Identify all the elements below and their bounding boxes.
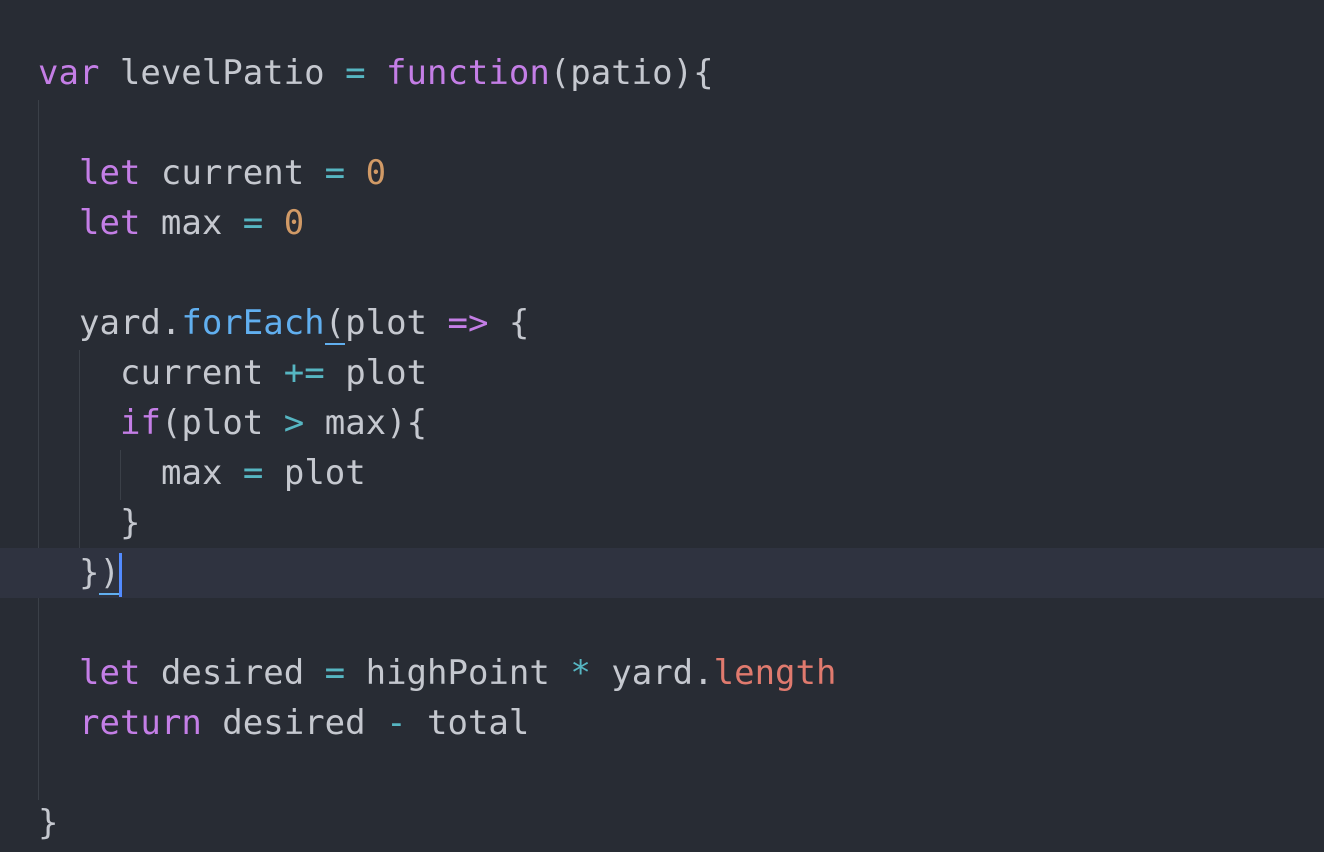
code-token: return (79, 703, 202, 743)
code-token: forEach (181, 303, 325, 343)
code-token: - (386, 703, 407, 743)
code-line[interactable] (0, 748, 1324, 798)
code-line[interactable] (0, 98, 1324, 148)
code-line[interactable]: var levelPatio = function(patio){ (0, 48, 1324, 98)
code-token: => (447, 303, 489, 343)
code-token: = (324, 153, 346, 193)
code-line[interactable]: current += plot (0, 348, 1324, 398)
code-token: ) (99, 553, 120, 595)
code-token: = (345, 53, 366, 93)
code-token: 0 (365, 153, 387, 193)
code-token: (patio){ (549, 53, 714, 93)
code-token: let (79, 653, 141, 693)
code-token: plot (263, 453, 366, 493)
code-token: highPoint (345, 653, 571, 693)
code-token: max (161, 453, 243, 493)
code-token: plot (324, 353, 428, 393)
code-token: total (406, 703, 530, 743)
code-token: desired (201, 703, 387, 743)
code-token: current (120, 353, 284, 393)
code-token: yard. (79, 303, 182, 343)
code-token: length (713, 653, 837, 693)
code-token: max (140, 203, 243, 243)
code-token: plot (345, 303, 448, 343)
code-token: = (324, 653, 346, 693)
code-token: yard. (590, 653, 714, 693)
code-line[interactable]: max = plot (0, 448, 1324, 498)
code-token: desired (140, 653, 325, 693)
code-token: var (38, 53, 100, 93)
code-token: += (283, 353, 325, 393)
code-line[interactable] (0, 248, 1324, 298)
code-line[interactable]: let max = 0 (0, 198, 1324, 248)
code-token: let (79, 203, 141, 243)
code-token: let (79, 153, 141, 193)
code-line[interactable]: }) (0, 548, 1324, 598)
code-token: = (242, 203, 264, 243)
code-token: { (488, 303, 530, 343)
code-line[interactable] (0, 598, 1324, 648)
code-token: current (140, 153, 325, 193)
text-cursor (118, 552, 122, 597)
code-line[interactable]: let current = 0 (0, 148, 1324, 198)
code-token: ( (324, 303, 346, 345)
code-token: (plot (160, 403, 284, 443)
code-line[interactable]: } (0, 498, 1324, 548)
code-token: 0 (283, 203, 305, 243)
code-token: > (283, 403, 305, 443)
code-token: } (79, 553, 100, 593)
code-editor[interactable]: var levelPatio = function(patio){ let cur… (0, 0, 1324, 852)
code-token: if (120, 403, 161, 443)
code-line[interactable]: return desired - total (0, 698, 1324, 748)
code-line[interactable]: if(plot > max){ (0, 398, 1324, 448)
code-token: } (38, 803, 59, 843)
code-token: = (242, 453, 264, 493)
code-token: } (120, 503, 141, 543)
code-line[interactable]: } (0, 798, 1324, 848)
code-token: * (570, 653, 591, 693)
code-line[interactable]: let desired = highPoint * yard.length (0, 648, 1324, 698)
code-line[interactable]: yard.forEach(plot => { (0, 298, 1324, 348)
code-token: max){ (304, 403, 428, 443)
code-token: function (386, 53, 550, 93)
code-token: levelPatio (99, 53, 346, 93)
